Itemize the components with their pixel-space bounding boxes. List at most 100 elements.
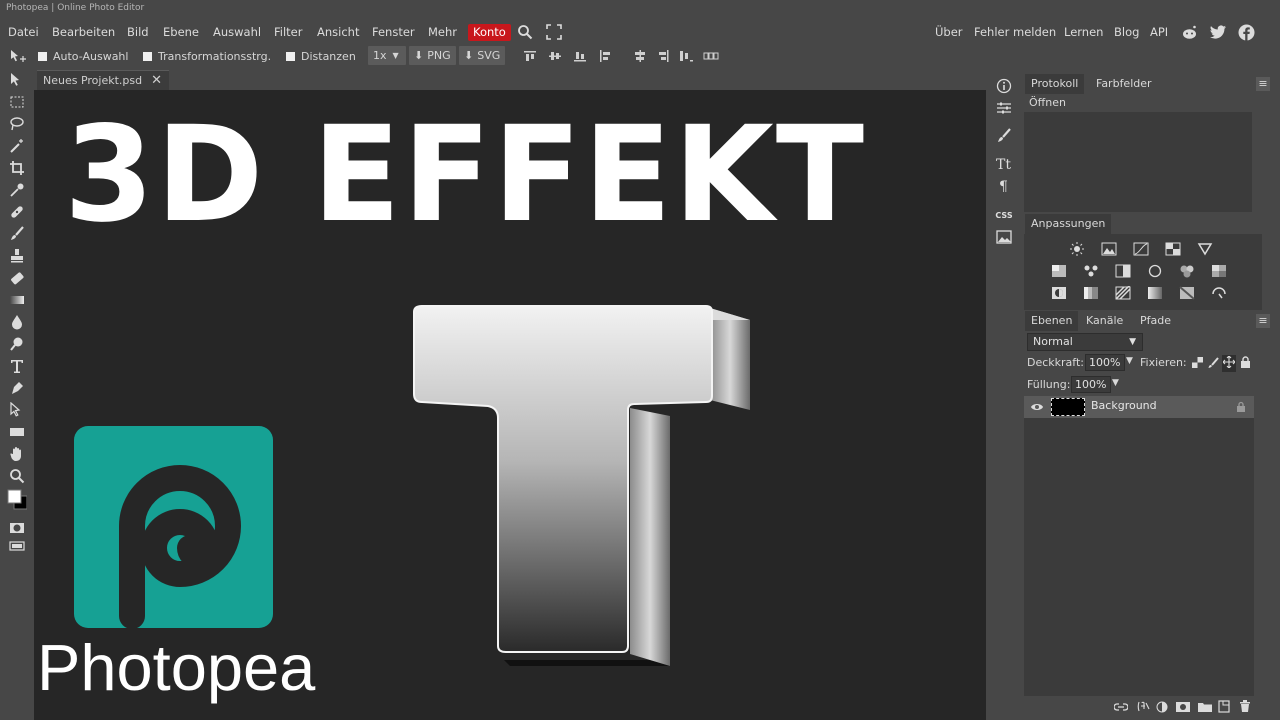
- brush-settings-icon[interactable]: [988, 126, 1020, 146]
- menu-bild[interactable]: Bild: [122, 24, 154, 41]
- align-bottom-icon[interactable]: [573, 49, 587, 63]
- menu-bearbeiten[interactable]: Bearbeiten: [47, 24, 120, 41]
- rectangle-tool-icon[interactable]: [7, 422, 27, 442]
- distribute-icon[interactable]: [679, 49, 693, 63]
- blur-tool-icon[interactable]: [7, 312, 27, 332]
- menu-fenster[interactable]: Fenster: [367, 24, 420, 41]
- zoom-select[interactable]: 1x ▼: [368, 46, 406, 65]
- zoom-tool-icon[interactable]: [7, 466, 27, 486]
- align-top-icon[interactable]: [523, 49, 537, 63]
- tab-anpassungen[interactable]: Anpassungen: [1025, 214, 1112, 234]
- layer-effects-icon[interactable]: [1136, 700, 1150, 715]
- tab-kanaele[interactable]: Kanäle: [1080, 311, 1129, 331]
- black-white-icon[interactable]: [1114, 262, 1132, 280]
- account-button[interactable]: Konto: [468, 24, 511, 41]
- align-center-icon[interactable]: [633, 49, 647, 63]
- dodge-tool-icon[interactable]: [7, 334, 27, 354]
- close-icon[interactable]: ✕: [151, 73, 162, 88]
- eye-icon[interactable]: [1030, 401, 1044, 416]
- fill-dropdown-icon[interactable]: ▼: [1112, 378, 1119, 388]
- selective-color-icon[interactable]: [1178, 284, 1196, 302]
- color-lookup-icon[interactable]: [1210, 262, 1228, 280]
- replace-color-icon[interactable]: [1210, 284, 1228, 302]
- tab-pfade[interactable]: Pfade: [1134, 311, 1177, 331]
- reddit-icon[interactable]: [1180, 23, 1198, 41]
- lock-all-icon[interactable]: [1240, 356, 1251, 371]
- delete-layer-icon[interactable]: [1239, 700, 1251, 716]
- link-lernen[interactable]: Lernen: [1064, 24, 1103, 41]
- align-left-icon[interactable]: [598, 49, 612, 63]
- document-tab[interactable]: Neues Projekt.psd ✕: [37, 70, 169, 90]
- color-balance-icon[interactable]: [1082, 262, 1100, 280]
- gradient-map-icon[interactable]: [1146, 284, 1164, 302]
- character-icon[interactable]: Tt: [988, 154, 1020, 174]
- search-icon[interactable]: [516, 23, 534, 41]
- panel-menu-icon[interactable]: ≡: [1256, 314, 1270, 328]
- lock-position-icon[interactable]: [1222, 355, 1236, 372]
- new-layer-icon[interactable]: [1218, 700, 1231, 716]
- panel-menu-icon[interactable]: ≡: [1256, 77, 1270, 91]
- photo-filter-icon[interactable]: [1146, 262, 1164, 280]
- hand-tool-icon[interactable]: [7, 444, 27, 464]
- magic-wand-tool-icon[interactable]: [7, 136, 27, 156]
- paragraph-icon[interactable]: ¶: [988, 176, 1020, 196]
- info-icon[interactable]: [988, 76, 1020, 96]
- threshold-icon[interactable]: [1114, 284, 1132, 302]
- link-api[interactable]: API: [1150, 24, 1168, 41]
- gradient-tool-icon[interactable]: [7, 290, 27, 310]
- path-select-tool-icon[interactable]: [7, 400, 27, 420]
- brightness-icon[interactable]: [1068, 240, 1086, 258]
- stamp-tool-icon[interactable]: [7, 246, 27, 266]
- eraser-tool-icon[interactable]: [7, 268, 27, 288]
- hue-saturation-icon[interactable]: [1050, 262, 1068, 280]
- auto-select-option[interactable]: Auto-Auswahl: [38, 48, 128, 64]
- color-swatches-icon[interactable]: [7, 489, 27, 510]
- blend-mode-select[interactable]: Normal ▼: [1027, 333, 1143, 351]
- posterize-icon[interactable]: [1082, 284, 1100, 302]
- curves-icon[interactable]: [1132, 240, 1150, 258]
- fullscreen-icon[interactable]: [545, 23, 563, 41]
- link-fehler-melden[interactable]: Fehler melden: [974, 24, 1056, 41]
- canvas-area[interactable]: 3D EFFEKT Photopea: [34, 90, 986, 720]
- lock-transparency-icon[interactable]: [1192, 357, 1203, 371]
- distances-checkbox[interactable]: [286, 51, 295, 61]
- move-tool-icon[interactable]: [7, 70, 27, 90]
- menu-ebene[interactable]: Ebene: [158, 24, 204, 41]
- menu-mehr[interactable]: Mehr: [423, 24, 462, 41]
- invert-icon[interactable]: [1050, 284, 1068, 302]
- quick-mask-icon[interactable]: [7, 518, 27, 538]
- tab-farbfelder[interactable]: Farbfelder: [1090, 74, 1158, 94]
- opacity-input[interactable]: 100%: [1085, 354, 1125, 371]
- menu-auswahl[interactable]: Auswahl: [208, 24, 266, 41]
- brush-tool-icon[interactable]: [7, 224, 27, 244]
- properties-icon[interactable]: [988, 98, 1020, 118]
- lock-pixels-icon[interactable]: [1208, 357, 1219, 371]
- layer-row[interactable]: Background: [1024, 396, 1254, 418]
- history-item[interactable]: Öffnen: [1024, 94, 1252, 112]
- channel-mixer-icon[interactable]: [1178, 262, 1196, 280]
- levels-icon[interactable]: [1100, 240, 1118, 258]
- menu-datei[interactable]: Datei: [3, 24, 44, 41]
- facebook-icon[interactable]: [1237, 23, 1255, 41]
- exposure-icon[interactable]: [1164, 240, 1182, 258]
- menu-filter[interactable]: Filter: [269, 24, 307, 41]
- layer-mask-icon[interactable]: [1176, 701, 1190, 716]
- align-right-icon[interactable]: [656, 49, 670, 63]
- vibrance-icon[interactable]: [1196, 240, 1214, 258]
- type-tool-icon[interactable]: [7, 356, 27, 376]
- auto-select-checkbox[interactable]: [38, 51, 47, 61]
- export-svg-button[interactable]: ⬇ SVG: [459, 46, 506, 65]
- new-group-icon[interactable]: [1198, 701, 1212, 716]
- healing-tool-icon[interactable]: [7, 202, 27, 222]
- crop-tool-icon[interactable]: [7, 158, 27, 178]
- pen-tool-icon[interactable]: [7, 378, 27, 398]
- image-icon[interactable]: [988, 227, 1020, 247]
- twitter-icon[interactable]: [1209, 23, 1227, 41]
- link-ueber[interactable]: Über: [935, 24, 963, 41]
- marquee-tool-icon[interactable]: [7, 92, 27, 112]
- tab-ebenen[interactable]: Ebenen: [1025, 311, 1079, 331]
- transform-option[interactable]: Transformationsstrg.: [143, 48, 271, 64]
- more-options-icon[interactable]: [703, 49, 719, 63]
- align-middle-icon[interactable]: [548, 49, 562, 63]
- adjustment-layer-icon[interactable]: [1156, 701, 1168, 716]
